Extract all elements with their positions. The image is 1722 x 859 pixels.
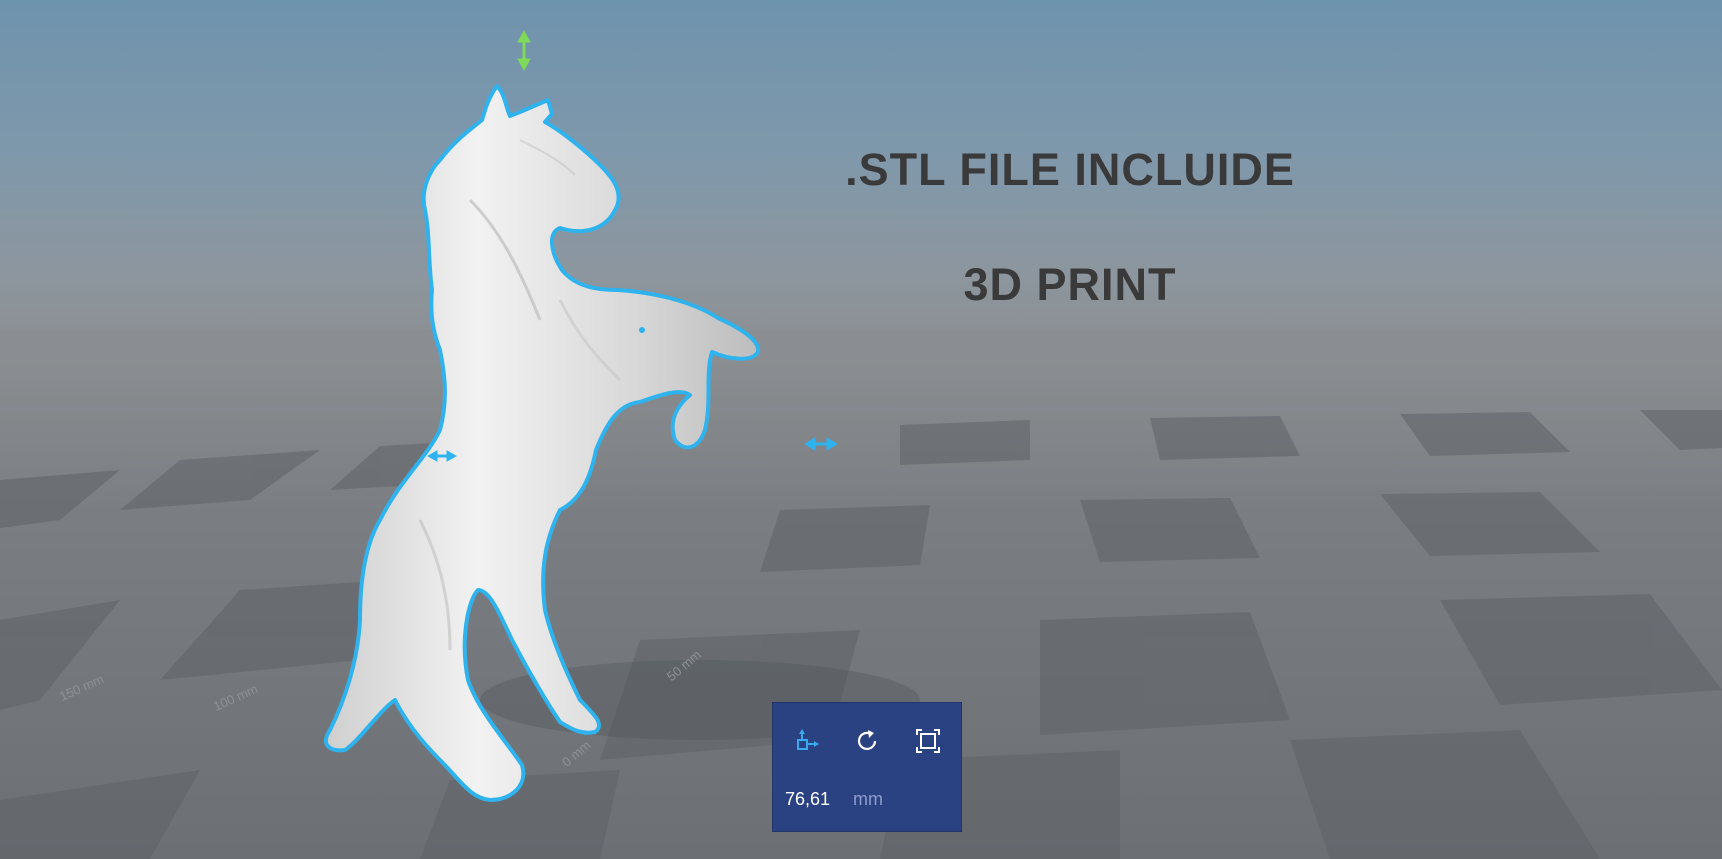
move-tool-button[interactable] [790, 723, 826, 759]
rotate-tool-button[interactable] [850, 723, 886, 759]
transform-toolbar: 76,61 mm [772, 702, 962, 832]
horizon-fog [0, 330, 1722, 450]
vertical-move-handle[interactable] [517, 29, 531, 72]
size-value-field[interactable]: 76,61 [785, 789, 830, 810]
3d-viewport[interactable]: .STL FILE INCLUIDE 3D PRINT 150 mm 100 m… [0, 0, 1722, 859]
headline-line-2: 3D PRINT [963, 259, 1177, 310]
pivot-point[interactable] [639, 327, 645, 333]
scale-tool-button[interactable] [910, 723, 946, 759]
headline-line-1: .STL FILE INCLUIDE [845, 144, 1295, 195]
move-icon [797, 729, 819, 750]
size-unit-label: mm [853, 789, 883, 809]
scale-icon [916, 729, 940, 753]
rotate-icon [857, 730, 877, 750]
